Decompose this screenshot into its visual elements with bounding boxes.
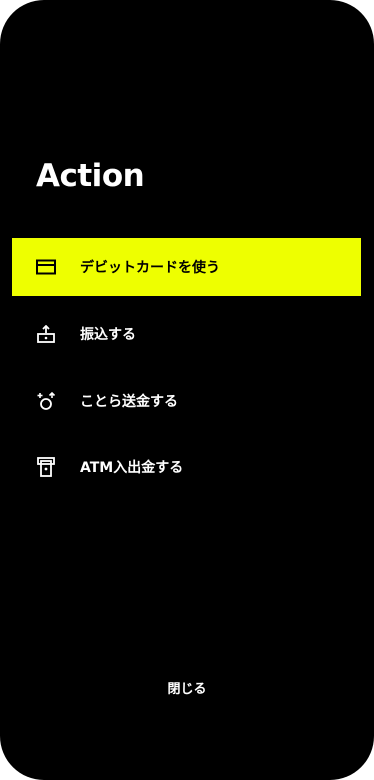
use-debit-card-label: デビットカードを使う bbox=[80, 260, 220, 276]
transfer-icon bbox=[35, 323, 57, 345]
kotora-send-label: ことら送金する bbox=[80, 394, 178, 410]
use-debit-card-item[interactable]: デビットカードを使う bbox=[12, 238, 361, 296]
send-money-icon bbox=[35, 390, 57, 412]
atm-icon bbox=[35, 456, 57, 478]
transfer-label: 振込する bbox=[80, 327, 136, 343]
page-title: Action bbox=[36, 158, 145, 194]
transfer-item[interactable]: 振込する bbox=[12, 305, 361, 363]
kotora-send-item[interactable]: ことら送金する bbox=[12, 372, 361, 430]
card-icon bbox=[35, 256, 57, 278]
close-button[interactable]: 閉じる bbox=[0, 678, 374, 697]
action-sheet: Action デビットカードを使う 振込する ことら送金する ATM入出金する … bbox=[0, 0, 374, 780]
atm-item[interactable]: ATM入出金する bbox=[12, 438, 361, 496]
atm-label: ATM入出金する bbox=[80, 460, 184, 476]
